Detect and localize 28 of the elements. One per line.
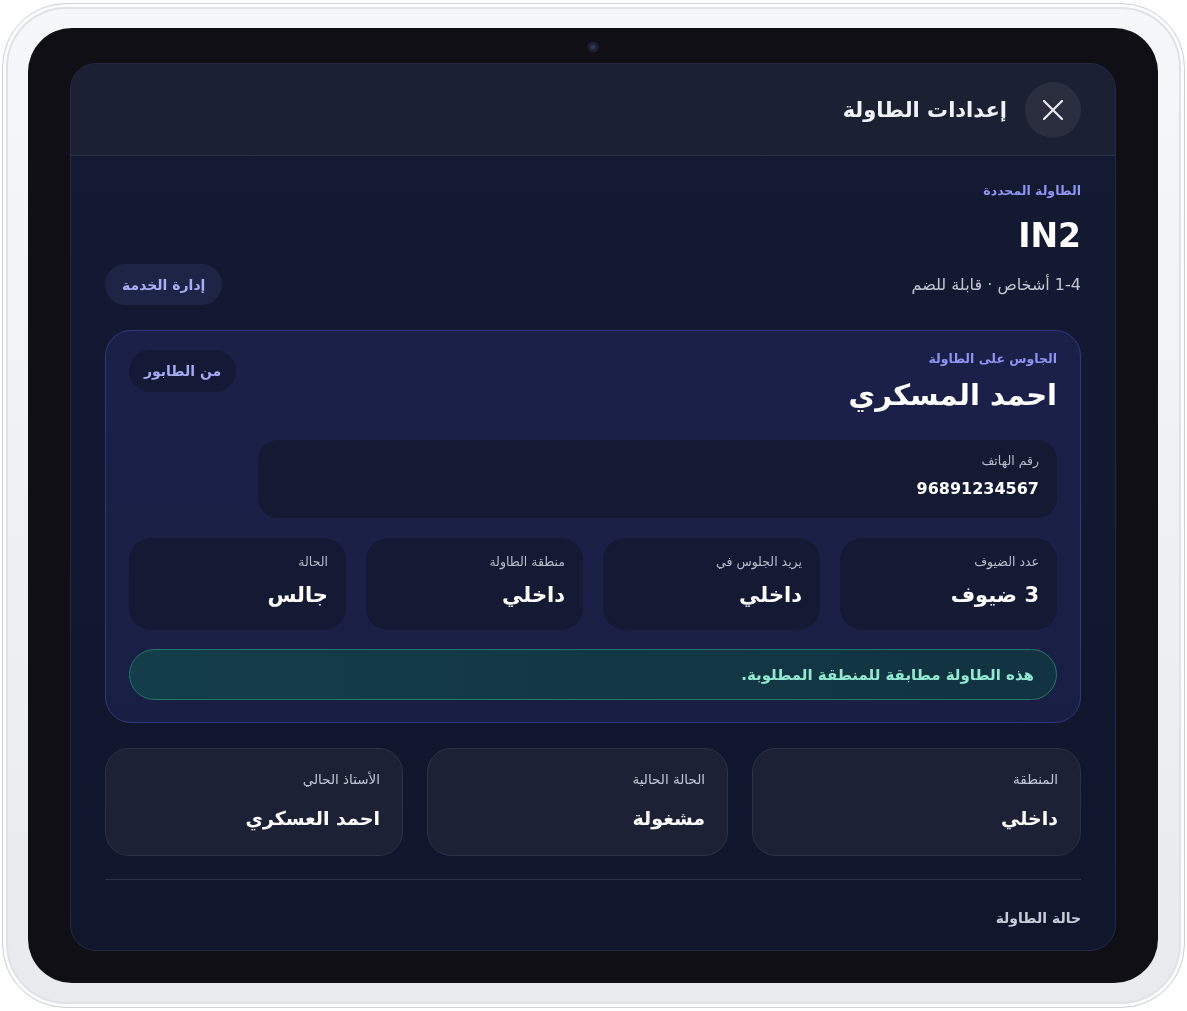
card-value: احمد العسكري — [245, 806, 380, 831]
manage-service-button[interactable]: إدارة الخدمة — [105, 264, 223, 305]
tile-label: منطقة الطاولة — [489, 553, 565, 571]
tile-label: الحالة — [298, 553, 328, 571]
card-label: الحالة الحالية — [632, 770, 705, 789]
card-label: المنطقة — [1013, 770, 1058, 789]
section-label: الطاولة المحددة — [983, 182, 1081, 200]
tile-value: داخلي — [502, 582, 565, 609]
camera-icon — [587, 41, 599, 53]
section-heading: حالة الطاولة — [995, 909, 1081, 928]
card-value: داخلي — [1001, 806, 1058, 831]
card-label: الأستاذ الحالي — [302, 770, 380, 789]
section-label: الجاوس على الطاولة — [928, 350, 1057, 368]
close-icon — [1043, 99, 1063, 120]
field-label: رقم الهاتف — [981, 452, 1039, 470]
tile-value: 3 ضيوف — [950, 582, 1039, 609]
match-notice: هذه الطاولة مطابقة للمنطقة المطلوبة. — [129, 649, 1057, 700]
tile-value: داخلي — [739, 582, 802, 609]
table-name: IN2 — [1018, 216, 1081, 256]
card-value: مشغولة — [632, 806, 705, 831]
table-details: 1-4 أشخاص · قابلة للضم — [911, 275, 1081, 294]
phone-number: 96891234567 — [916, 478, 1039, 500]
source-badge: من الطابور — [129, 350, 237, 392]
tile-label: عدد الضيوف — [974, 553, 1039, 571]
tile-label: يريد الجلوس في — [716, 553, 802, 571]
guest-name: احمد المسكري — [848, 377, 1057, 414]
tile-value: جالس — [267, 582, 328, 609]
dialog-title: إعدادات الطاولة — [842, 97, 1007, 122]
